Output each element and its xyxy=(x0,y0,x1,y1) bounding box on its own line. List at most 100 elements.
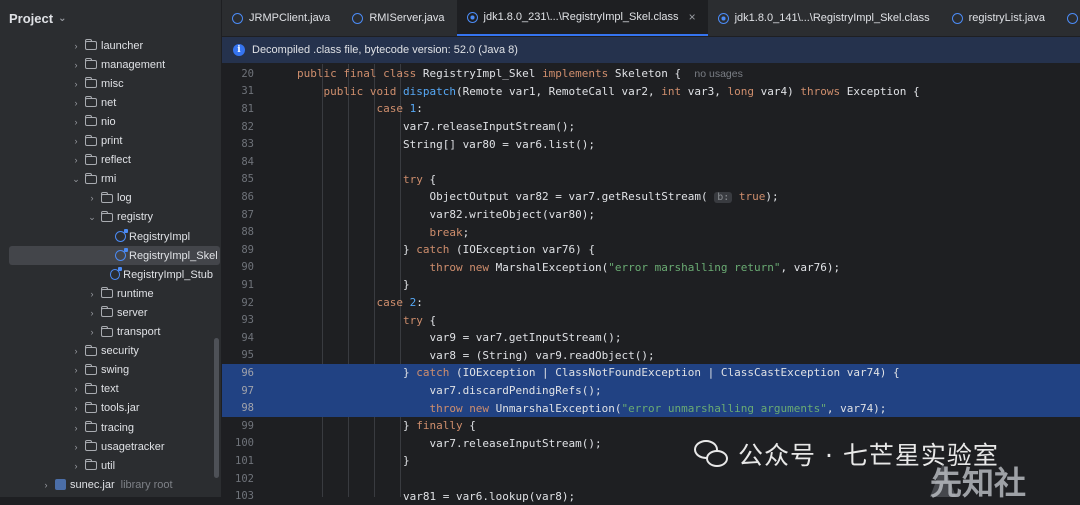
project-panel-header[interactable]: Project ⌄ xyxy=(0,0,221,36)
chevron-right-icon[interactable]: › xyxy=(70,136,82,146)
java-class-icon xyxy=(1067,12,1079,24)
tree-item-text[interactable]: › text xyxy=(0,380,213,399)
line-number: 99 xyxy=(241,419,254,432)
tree-item-launcher[interactable]: › launcher xyxy=(0,36,213,55)
line-number: 94 xyxy=(241,331,254,344)
chevron-down-icon[interactable]: ⌄ xyxy=(86,212,98,223)
editor-tab-0[interactable]: JRMPClient.java xyxy=(222,0,342,36)
folder-icon xyxy=(85,39,97,50)
chevron-right-icon[interactable]: › xyxy=(70,423,82,433)
chevron-right-icon[interactable]: › xyxy=(70,442,82,452)
tree-item-label: tools.jar xyxy=(101,402,140,415)
chevron-right-icon[interactable]: › xyxy=(86,327,98,337)
tree-item-registryimpl[interactable]: RegistryImpl xyxy=(0,227,213,246)
tree-item-net[interactable]: › net xyxy=(0,93,213,112)
code-line[interactable]: 86 ObjectOutput var82 = var7.getResultSt… xyxy=(222,188,1080,206)
decompiled-banner: i Decompiled .class file, bytecode versi… xyxy=(222,37,1080,63)
project-scrollbar[interactable] xyxy=(214,338,219,478)
code-line[interactable]: 20 public final class RegistryImpl_Skel i… xyxy=(222,65,1080,83)
close-icon[interactable]: × xyxy=(689,10,696,24)
chevron-right-icon[interactable]: › xyxy=(70,155,82,165)
tree-item-tools-jar[interactable]: › tools.jar xyxy=(0,399,213,418)
chevron-right-icon[interactable]: › xyxy=(70,346,82,356)
tree-item-security[interactable]: › security xyxy=(0,342,213,361)
tab-label: jdk1.8.0_231\...\RegistryImpl_Skel.class xyxy=(483,11,679,23)
line-number: 90 xyxy=(241,261,254,274)
code-line[interactable]: 95 var8 = (String) var9.readObject(); xyxy=(222,347,1080,365)
code-line[interactable]: 85 try { xyxy=(222,171,1080,189)
line-number: 95 xyxy=(241,349,254,362)
tree-item-usagetracker[interactable]: › usagetracker xyxy=(0,437,213,456)
code-editor[interactable]: 20 public final class RegistryImpl_Skel i… xyxy=(222,64,1080,503)
chevron-right-icon[interactable]: › xyxy=(70,403,82,413)
chevron-right-icon[interactable]: › xyxy=(70,384,82,394)
code-line[interactable]: 81 case 1: xyxy=(222,100,1080,118)
code-line[interactable]: 97 var7.discardPendingRefs(); xyxy=(222,381,1080,400)
code-line[interactable]: 92 case 2: xyxy=(222,294,1080,312)
tree-item-server[interactable]: › server xyxy=(0,303,213,322)
chevron-right-icon[interactable]: › xyxy=(40,480,52,490)
chevron-right-icon[interactable]: › xyxy=(70,60,82,70)
tree-item-util[interactable]: › util xyxy=(0,456,213,475)
tree-item-management[interactable]: › management xyxy=(0,55,213,74)
code-text: } xyxy=(297,454,410,468)
line-number: 101 xyxy=(235,454,254,467)
chevron-down-icon[interactable]: ⌄ xyxy=(58,13,66,24)
line-number: 97 xyxy=(241,384,254,397)
tree-item-print[interactable]: › print xyxy=(0,132,213,151)
tree-item-transport[interactable]: › transport xyxy=(0,323,213,342)
tree-item-label: usagetracker xyxy=(101,440,165,453)
code-line[interactable]: 91 } xyxy=(222,276,1080,294)
folder-icon xyxy=(85,459,97,471)
tree-item-log[interactable]: › log xyxy=(0,189,213,208)
code-line[interactable]: 87 var82.writeObject(var80); xyxy=(222,206,1080,224)
chevron-right-icon[interactable]: › xyxy=(86,308,98,318)
editor-tab-1[interactable]: RMIServer.java xyxy=(342,0,456,36)
tree-item-swing[interactable]: › swing xyxy=(0,361,213,380)
code-line[interactable]: 99 } finally { xyxy=(222,417,1080,435)
code-line[interactable]: 84 xyxy=(222,153,1080,171)
tree-item-reflect[interactable]: › reflect xyxy=(0,151,213,170)
editor-tab-3[interactable]: jdk1.8.0_141\...\RegistryImpl_Skel.class xyxy=(708,0,942,36)
chevron-right-icon[interactable]: › xyxy=(86,289,98,299)
code-line[interactable]: 98 throw new UnmarshalException("error u… xyxy=(222,399,1080,417)
java-class-icon xyxy=(232,12,243,24)
chevron-right-icon[interactable]: › xyxy=(70,41,82,51)
tree-item-misc[interactable]: › misc xyxy=(0,74,213,93)
code-line[interactable]: 94 var9 = var7.getInputStream(); xyxy=(222,329,1080,347)
chevron-right-icon[interactable]: › xyxy=(86,193,98,203)
tree-item-runtime[interactable]: › runtime xyxy=(0,284,213,303)
editor-tab-5[interactable]: Registr xyxy=(1057,0,1080,36)
folder-icon xyxy=(85,134,97,146)
tree-item-registryimpl-stub[interactable]: RegistryImpl_Stub xyxy=(0,265,213,284)
line-number: 91 xyxy=(241,278,254,291)
code-line[interactable]: 82 var7.releaseInputStream(); xyxy=(222,118,1080,136)
code-line[interactable]: 93 try { xyxy=(222,311,1080,329)
banner-text: Decompiled .class file, bytecode version… xyxy=(252,44,518,56)
chevron-right-icon[interactable]: › xyxy=(70,365,82,375)
code-line[interactable]: 31 public void dispatch(Remote var1, Rem… xyxy=(222,83,1080,101)
code-text: var7.releaseInputStream(); xyxy=(297,436,602,450)
code-line[interactable]: 88 break; xyxy=(222,223,1080,241)
code-line[interactable]: 90 throw new MarshalException("error mar… xyxy=(222,259,1080,277)
tree-item-nio[interactable]: › nio xyxy=(0,112,213,131)
editor-tab-4[interactable]: registryList.java xyxy=(942,0,1057,36)
editor-tab-2[interactable]: jdk1.8.0_231\...\RegistryImpl_Skel.class… xyxy=(456,0,708,36)
code-text: var7.releaseInputStream(); xyxy=(297,120,576,134)
chevron-right-icon[interactable]: › xyxy=(70,461,82,471)
tree-item-registry[interactable]: ⌄ registry xyxy=(0,208,213,227)
tree-item-rmi[interactable]: ⌄ rmi xyxy=(0,170,213,189)
code-line[interactable]: 83 String[] var80 = var6.list(); xyxy=(222,135,1080,153)
tab-label: JRMPClient.java xyxy=(249,12,331,24)
code-line[interactable]: 89 } catch (IOException var76) { xyxy=(222,241,1080,259)
tree-item-registryimpl-skel[interactable]: RegistryImpl_Skel xyxy=(9,246,220,266)
chevron-right-icon[interactable]: › xyxy=(70,98,82,108)
chevron-right-icon[interactable]: › xyxy=(70,79,82,89)
code-line[interactable]: 96 } catch (IOException | ClassNotFoundE… xyxy=(222,364,1080,382)
chevron-down-icon[interactable]: ⌄ xyxy=(70,174,82,185)
tree-item-sunec-jar[interactable]: › sunec.jar library root xyxy=(0,475,213,494)
chevron-right-icon[interactable]: › xyxy=(70,117,82,127)
tree-item-tracing[interactable]: › tracing xyxy=(0,418,213,437)
java-class-icon xyxy=(352,12,364,24)
line-number: 103 xyxy=(235,490,254,503)
